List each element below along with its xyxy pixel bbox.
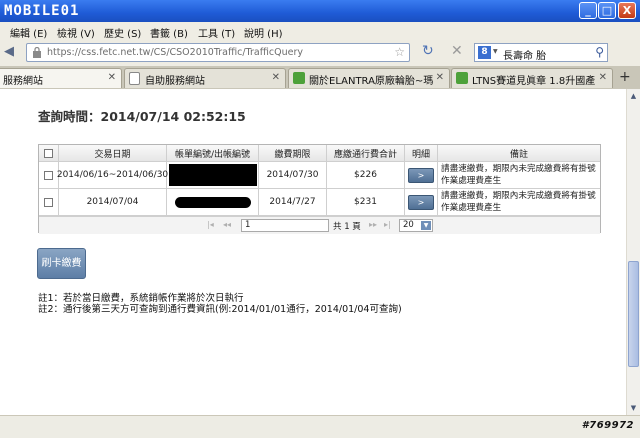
menu-history[interactable]: 歷史 (S) — [104, 25, 141, 40]
toll-amount: $226 — [327, 162, 405, 189]
last-page-icon[interactable]: ▸| — [384, 220, 391, 229]
page-size-select[interactable]: 20 ▼ — [399, 219, 433, 232]
first-page-icon[interactable]: |◂ — [207, 220, 214, 229]
menu-view[interactable]: 檢視 (V) — [57, 25, 95, 40]
remark: 請盡速繳費，期限內未完成繳費將有掛號作業處理費產生 — [438, 189, 600, 216]
lock-icon — [33, 47, 41, 58]
star-icon[interactable]: ☆ — [394, 45, 405, 59]
payment-deadline: 2014/07/30 — [259, 162, 327, 189]
next-page-icon[interactable]: ▸▸ — [369, 220, 377, 229]
new-tab-icon[interactable]: + — [619, 69, 631, 85]
column-header[interactable]: 明細 — [405, 145, 438, 162]
search-icon[interactable]: ⚲ — [595, 45, 604, 59]
bill-number-redacted — [167, 162, 259, 189]
detail-button[interactable]: > — [408, 194, 434, 210]
menu-bookmarks[interactable]: 書籤 (B) — [150, 25, 188, 40]
remark: 請盡速繳費，期限內未完成繳費將有掛號作業處理費產生 — [438, 162, 600, 189]
column-header[interactable]: 繳費期限 — [259, 145, 327, 162]
page-size-value: 20 — [403, 220, 414, 230]
tab-title: LTNS賽道見眞章 1.8升國產... — [472, 76, 596, 87]
search-box[interactable]: 8 ▼ 長壽命 胎 ⚲ — [474, 43, 608, 62]
detail-button[interactable]: > — [408, 167, 434, 183]
redaction-scribble — [174, 196, 251, 208]
menu-tools[interactable]: 工具 (T) — [198, 25, 235, 40]
detail-cell: > — [405, 162, 438, 189]
close-icon[interactable]: ✕ — [108, 72, 116, 83]
page-content: 查詢時間：2014/07/14 02:52:15 交易日期 帳單編號/出帳編號 … — [0, 89, 626, 415]
tab-self-service[interactable]: 自助服務網站 ✕ — [124, 68, 286, 88]
chevron-down-icon[interactable]: ▼ — [421, 221, 431, 230]
search-engine-icon[interactable]: 8 — [478, 46, 491, 59]
tab-title: 自助服務網站 — [145, 76, 205, 87]
site-logo: MOBILE01 — [4, 3, 80, 19]
payment-deadline: 2014/7/27 — [259, 189, 327, 216]
tab-title: 關於ELANTRA原廠輪胎~瑪... — [309, 76, 433, 87]
page-total: 共 1 頁 — [333, 222, 361, 232]
scroll-down-icon[interactable]: ▼ — [628, 402, 639, 414]
back-arrow-icon[interactable]: ◀ — [4, 44, 14, 59]
pager: |◂ ◂◂ 1 共 1 頁 ▸▸ ▸| 20 ▼ — [39, 216, 600, 234]
transaction-date: 2014/07/04 — [59, 189, 167, 216]
page-number-input[interactable]: 1 — [241, 219, 329, 232]
row-checkbox[interactable] — [44, 170, 53, 180]
tab-title: 服務網站 — [3, 76, 43, 87]
close-icon[interactable]: ✕ — [436, 72, 444, 83]
reload-icon[interactable]: ↻ — [422, 43, 434, 59]
scrollbar-thumb[interactable] — [628, 261, 639, 367]
close-window-button[interactable]: X — [618, 2, 636, 19]
maximize-button[interactable]: □ — [598, 2, 616, 19]
title-bar: MOBILE01 _ □ X — [0, 0, 640, 22]
close-icon[interactable]: ✕ — [272, 72, 280, 83]
status-bar: #769972 — [0, 415, 640, 438]
vertical-scrollbar[interactable]: ▲ ▼ — [626, 89, 640, 415]
card-payment-button[interactable]: 刷卡繳費 — [37, 248, 86, 279]
column-header[interactable]: 備註 — [438, 145, 600, 162]
row-checkbox[interactable] — [44, 197, 53, 207]
page-icon — [129, 72, 140, 85]
table-row — [39, 189, 59, 216]
tab-elantra[interactable]: 關於ELANTRA原廠輪胎~瑪... ✕ — [288, 68, 450, 88]
scroll-up-icon[interactable]: ▲ — [628, 90, 639, 102]
minimize-button[interactable]: _ — [579, 2, 597, 19]
mobile01-icon — [456, 72, 468, 84]
stop-icon[interactable]: ✕ — [451, 43, 463, 59]
close-icon[interactable]: ✕ — [599, 72, 607, 83]
dropdown-arrow-icon[interactable]: ▼ — [493, 48, 498, 55]
menu-edit[interactable]: 編輯 (E) — [10, 25, 47, 40]
menu-bar: 編輯 (E) 檢視 (V) 歷史 (S) 書籤 (B) 工具 (T) 說明 (H… — [0, 22, 640, 41]
transaction-date: 2014/06/16~2014/06/30 — [57, 162, 168, 189]
bill-number-redacted — [167, 189, 259, 216]
tab-service-site[interactable]: 服務網站 ✕ — [0, 68, 122, 88]
tab-ltns[interactable]: LTNS賽道見眞章 1.8升國產... ✕ — [451, 68, 613, 88]
select-all-checkbox[interactable] — [44, 148, 53, 158]
menu-help[interactable]: 說明 (H) — [244, 25, 283, 40]
toll-amount: $231 — [327, 189, 405, 216]
note-2: 註2：通行後第三天方可查詢到通行費資訊(例:2014/01/01通行，2014/… — [38, 304, 402, 315]
prev-page-icon[interactable]: ◂◂ — [223, 220, 231, 229]
address-bar[interactable]: https://css.fetc.net.tw/CS/CSO2010Traffi… — [26, 43, 410, 62]
url-text: https://css.fetc.net.tw/CS/CSO2010Traffi… — [47, 47, 303, 58]
navigation-bar: ◀ https://css.fetc.net.tw/CS/CSO2010Traf… — [0, 40, 640, 66]
column-header[interactable]: 應繳通行費合計 — [327, 145, 405, 162]
query-time: 查詢時間：2014/07/14 02:52:15 — [38, 109, 246, 124]
detail-cell: > — [405, 189, 438, 216]
column-header[interactable]: 交易日期 — [59, 145, 167, 162]
search-input[interactable]: 長壽命 胎 — [503, 47, 546, 62]
mobile01-icon — [293, 72, 305, 84]
tab-bar: 服務網站 ✕ 自助服務網站 ✕ 關於ELANTRA原廠輪胎~瑪... ✕ LTN… — [0, 66, 640, 90]
column-header[interactable]: 帳單編號/出帳編號 — [167, 145, 259, 162]
select-all-cell — [39, 145, 59, 162]
transaction-table: 交易日期 帳單編號/出帳編號 繳費期限 應繳通行費合計 明細 備註 2014/0… — [38, 144, 601, 234]
redaction-block — [168, 164, 257, 186]
watermark: #769972 — [581, 420, 634, 431]
